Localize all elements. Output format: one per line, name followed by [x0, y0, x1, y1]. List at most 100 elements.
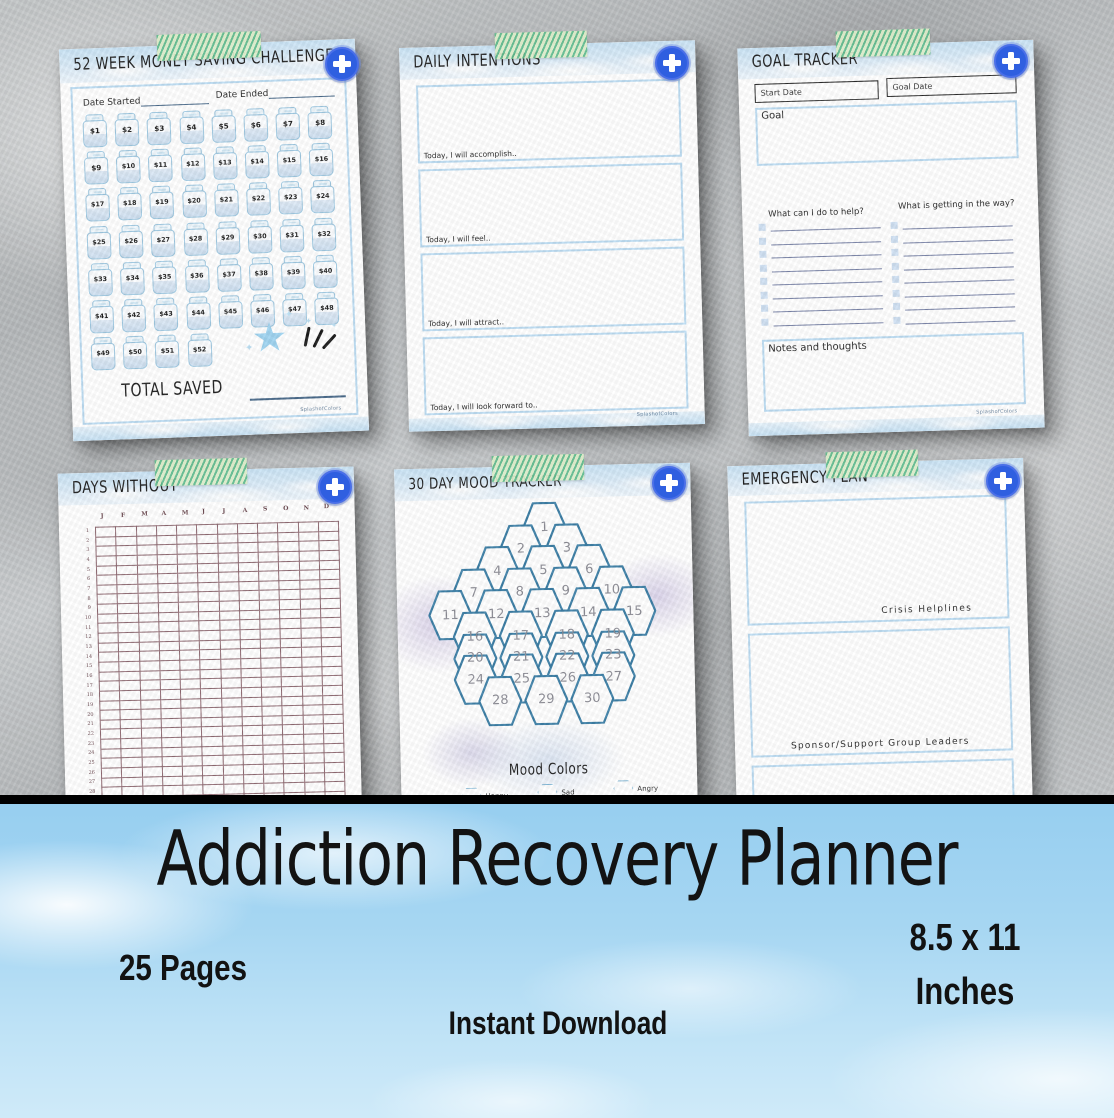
grid-cell[interactable]	[161, 756, 183, 767]
grid-cell[interactable]	[199, 649, 221, 660]
checklist-write-line[interactable]	[904, 279, 1015, 284]
grid-cell[interactable]	[238, 590, 260, 601]
goal-date-field[interactable]: Goal Date	[886, 74, 1017, 98]
money-jar[interactable]: $39	[280, 255, 307, 290]
grid-cell[interactable]	[262, 715, 283, 726]
grid-cell[interactable]	[318, 521, 339, 532]
grid-cell[interactable]	[100, 729, 121, 740]
grid-cell[interactable]	[324, 781, 345, 792]
grid-cell[interactable]	[280, 657, 302, 668]
grid-cell[interactable]	[319, 579, 341, 590]
grid-cell[interactable]	[120, 719, 141, 730]
money-jar[interactable]: $52	[186, 333, 213, 368]
grid-cell[interactable]	[257, 522, 278, 533]
grid-cell[interactable]	[115, 535, 137, 547]
grid-cell[interactable]	[177, 582, 199, 593]
money-jar[interactable]: $44	[185, 296, 212, 331]
grid-cell[interactable]	[196, 533, 218, 545]
checklist-write-line[interactable]	[773, 321, 884, 327]
grid-cell[interactable]	[320, 608, 341, 619]
grid-cell[interactable]	[301, 676, 323, 687]
grid-cell[interactable]	[300, 627, 321, 638]
grid-cell[interactable]	[300, 608, 321, 619]
grid-cell[interactable]	[278, 570, 300, 581]
grid-cell[interactable]	[140, 718, 162, 729]
grid-cell[interactable]	[180, 678, 201, 690]
grid-cell[interactable]	[321, 665, 343, 677]
grid-cell[interactable]	[141, 766, 163, 777]
grid-cell[interactable]	[304, 782, 325, 793]
grid-cell[interactable]	[219, 639, 241, 650]
grid-cell[interactable]	[117, 603, 139, 614]
grid-cell[interactable]	[141, 747, 162, 758]
grid-cell[interactable]	[220, 687, 242, 698]
grid-cell[interactable]	[137, 593, 159, 604]
money-jar[interactable]: $29	[214, 220, 241, 255]
grid-cell[interactable]	[324, 762, 345, 773]
grid-cell[interactable]	[303, 743, 324, 754]
grid-cell[interactable]	[178, 621, 200, 632]
money-jar[interactable]: $41	[88, 299, 115, 334]
grid-cell[interactable]	[259, 590, 280, 601]
grid-cell[interactable]	[138, 612, 159, 623]
checklist-checkbox[interactable]	[892, 275, 900, 283]
grid-cell[interactable]	[261, 696, 283, 707]
grid-cell[interactable]	[241, 687, 262, 698]
grid-cell[interactable]	[217, 552, 239, 563]
grid-cell[interactable]	[243, 783, 265, 794]
grid-cell[interactable]	[96, 574, 118, 586]
grid-cell[interactable]	[95, 536, 117, 547]
grid-cell[interactable]	[322, 694, 343, 705]
grid-cell[interactable]	[298, 531, 319, 542]
grid-cell[interactable]	[241, 696, 262, 707]
grid-cell[interactable]	[158, 612, 179, 623]
medical-cross-badge-5[interactable]	[652, 466, 686, 500]
money-jar[interactable]: $42	[120, 298, 147, 333]
grid-cell[interactable]	[121, 747, 142, 759]
money-jar[interactable]: $13	[211, 146, 238, 181]
grid-cell[interactable]	[135, 525, 157, 536]
grid-cell[interactable]	[198, 591, 219, 602]
grid-cell[interactable]	[217, 562, 239, 573]
grid-cell[interactable]	[301, 685, 323, 696]
grid-cell[interactable]	[298, 541, 319, 552]
grid-cell[interactable]	[198, 601, 220, 612]
grid-cell[interactable]	[116, 545, 137, 556]
grid-cell[interactable]	[298, 560, 320, 571]
money-jar[interactable]: $24	[309, 180, 336, 214]
grid-cell[interactable]	[156, 525, 177, 536]
checklist-checkbox[interactable]	[760, 277, 768, 285]
grid-cell[interactable]	[159, 660, 180, 671]
money-jar[interactable]: $2	[113, 112, 140, 147]
grid-cell[interactable]	[322, 704, 344, 715]
grid-cell[interactable]	[179, 650, 200, 661]
grid-cell[interactable]	[140, 728, 162, 739]
grid-cell[interactable]	[158, 602, 179, 613]
grid-cell[interactable]	[321, 656, 342, 667]
grid-cell[interactable]	[197, 562, 219, 573]
grid-cell[interactable]	[162, 766, 183, 777]
grid-cell[interactable]	[101, 767, 122, 778]
grid-cell[interactable]	[118, 632, 139, 643]
grid-cell[interactable]	[221, 716, 243, 727]
grid-cell[interactable]	[277, 531, 299, 543]
grid-cell[interactable]	[161, 746, 183, 758]
grid-cell[interactable]	[98, 632, 119, 643]
grid-cell[interactable]	[100, 748, 122, 759]
grid-cell[interactable]	[115, 526, 137, 537]
grid-cell[interactable]	[222, 755, 244, 766]
grid-cell[interactable]	[260, 638, 281, 649]
grid-cell[interactable]	[318, 540, 340, 551]
grid-cell[interactable]	[199, 659, 221, 670]
money-jar[interactable]: $8	[307, 105, 334, 140]
grid-cell[interactable]	[259, 619, 281, 630]
grid-cell[interactable]	[243, 764, 264, 775]
money-jar[interactable]: $35	[151, 260, 178, 295]
grid-cell[interactable]	[262, 725, 283, 736]
checklist-write-line[interactable]	[771, 267, 882, 273]
grid-cell[interactable]	[238, 571, 259, 582]
grid-cell[interactable]	[178, 592, 199, 603]
sponsor-support-box[interactable]	[747, 626, 1014, 758]
medical-cross-badge-4[interactable]	[318, 470, 352, 504]
goal-box[interactable]	[755, 100, 1019, 166]
